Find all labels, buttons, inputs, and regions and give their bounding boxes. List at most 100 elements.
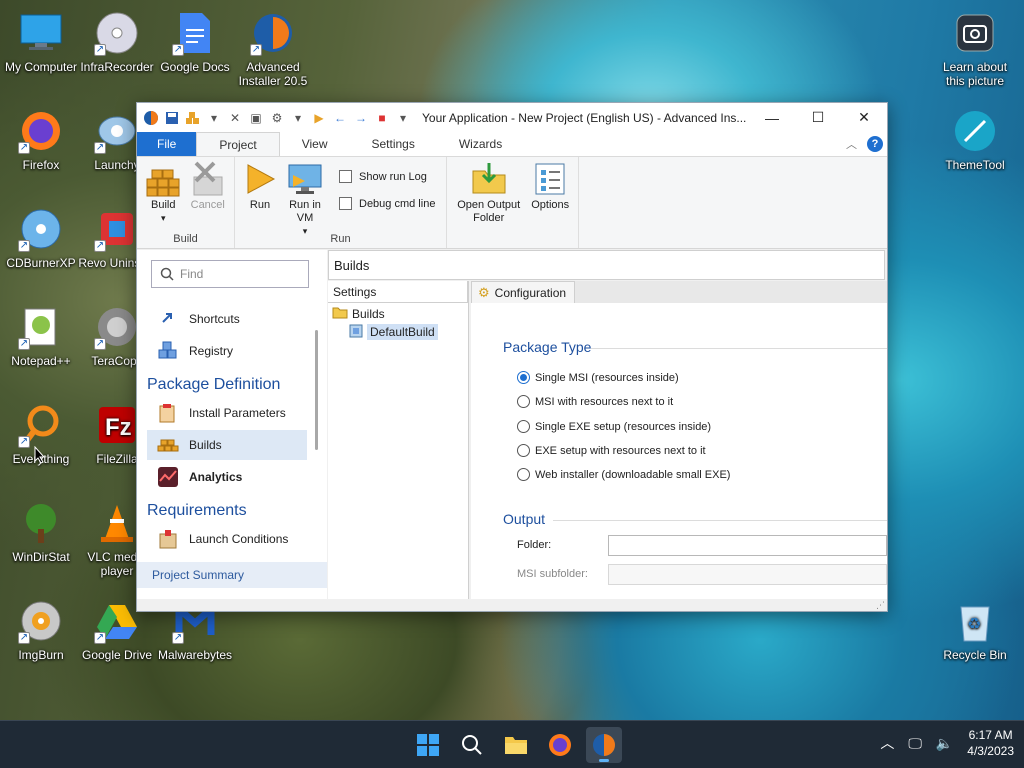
desktop-icon-infrarecorder[interactable]: ↗ InfraRecorder [76, 10, 158, 74]
desktop-icon-google-docs[interactable]: ↗ Google Docs [154, 10, 236, 74]
radio-exe-with-resources[interactable]: EXE setup with resources next to it [517, 444, 706, 457]
desktop-icon-recycle-bin[interactable]: ♻ Recycle Bin [934, 598, 1016, 662]
help-icon[interactable]: ? [867, 136, 883, 152]
options-button[interactable]: Options [528, 161, 572, 248]
radio-label: Single MSI (resources inside) [535, 371, 679, 384]
desktop-icon-my-computer[interactable]: My Computer [0, 10, 82, 74]
shortcut-arrow-icon: ↗ [18, 632, 30, 644]
shortcut-arrow-icon: ↗ [172, 44, 184, 56]
maximize-button[interactable]: ☐ [795, 103, 841, 132]
tab-file[interactable]: File [137, 132, 197, 156]
tab-view[interactable]: View [280, 132, 350, 156]
collapse-ribbon-icon[interactable]: ︿ [846, 136, 857, 152]
desktop-icon-themetool[interactable]: ThemeTool [934, 108, 1016, 172]
nav-item-label: Analytics [189, 470, 243, 484]
mouse-cursor-icon [34, 446, 46, 464]
google-drive-icon: ↗ [94, 598, 140, 644]
tab-project[interactable]: Project [196, 132, 280, 156]
folder-input[interactable] [608, 535, 887, 556]
left-navigation-panel: Find Shortcuts Registry Package Definiti… [137, 250, 327, 599]
firefox-taskbar-button[interactable] [542, 727, 578, 763]
shortcut-arrow-icon: ↗ [94, 142, 106, 154]
ribbon-group-build: Build ▾ Cancel Build [137, 157, 235, 248]
install-parameters-icon [157, 402, 181, 424]
ribbon-group-run: Run Run in VM ▾ Show run Log Debug cmd l… [235, 157, 447, 248]
nav-item-builds[interactable]: Builds [147, 430, 307, 460]
find-input[interactable]: Find [151, 260, 309, 288]
tree-item-builds[interactable]: Builds [328, 305, 468, 323]
notification-icon[interactable]: ■ [374, 110, 390, 126]
desktop-icon-cdburnerxp[interactable]: ↗ CDBurnerXP [0, 206, 82, 270]
window-title: Your Application - New Project (English … [422, 110, 747, 125]
cancel-button-label: Cancel [190, 199, 225, 211]
radio-single-msi[interactable]: Single MSI (resources inside) [517, 371, 679, 384]
left-panel-scrollbar[interactable] [315, 330, 318, 450]
cd-burner-icon: ↗ [18, 206, 64, 252]
settings-icon[interactable]: ⚙ [269, 110, 285, 126]
debug-cmd-line-checkbox[interactable]: Debug cmd line [339, 197, 435, 210]
desktop-icon-advanced-installer[interactable]: ↗ Advanced Installer 20.5 [232, 10, 314, 88]
run-icon[interactable]: ▶ [311, 110, 327, 126]
virtual-machine-icon [287, 161, 323, 197]
advanced-installer-window: ▾ ✕ ▣ ⚙ ▾ ▶ ← → ■ ▾ Your Application - N… [136, 102, 888, 612]
network-icon[interactable]: 🖵 [908, 735, 922, 752]
nav-item-launch-conditions[interactable]: Launch Conditions [147, 524, 307, 554]
advanced-installer-taskbar-button[interactable] [586, 727, 622, 763]
chevron-up-icon[interactable]: ︿ [880, 733, 894, 753]
volume-icon[interactable]: 🔈 [936, 735, 953, 752]
show-run-log-checkbox[interactable]: Show run Log [339, 170, 435, 183]
back-arrow-icon[interactable]: ← [332, 110, 348, 126]
customize-toolbar-icon[interactable]: ▾ [395, 110, 411, 126]
dropdown-arrow-icon[interactable]: ▾ [290, 110, 306, 126]
radio-web-installer[interactable]: Web installer (downloadable small EXE) [517, 468, 730, 481]
msi-subfolder-input[interactable] [608, 564, 887, 585]
shortcut-arrow-icon: ↗ [94, 338, 106, 350]
close-button[interactable]: ✕ [841, 103, 887, 132]
dropdown-arrow-icon[interactable]: ▾ [206, 110, 222, 126]
options-icon [532, 161, 568, 197]
open-output-folder-button[interactable]: Open Output Folder [453, 161, 524, 248]
file-explorer-button[interactable] [498, 727, 534, 763]
desktop-icon-notepadpp[interactable]: ↗ Notepad++ [0, 304, 82, 368]
find-placeholder: Find [180, 267, 204, 281]
ribbon-group-output: Open Output Folder Options [447, 157, 579, 248]
radio-label: Single EXE setup (resources inside) [535, 420, 712, 433]
tab-wizards[interactable]: Wizards [437, 132, 524, 156]
forward-arrow-icon[interactable]: → [353, 110, 369, 126]
cancel-build-icon[interactable]: ✕ [227, 110, 243, 126]
tab-settings[interactable]: Settings [350, 132, 437, 156]
nav-item-install-parameters[interactable]: Install Parameters [147, 398, 307, 428]
build-icon[interactable] [185, 110, 201, 126]
save-icon[interactable] [164, 110, 180, 126]
nav-item-registry[interactable]: Registry [147, 336, 307, 366]
nav-item-shortcuts[interactable]: Shortcuts [147, 304, 307, 334]
tab-configuration[interactable]: ⚙ Configuration [471, 281, 576, 303]
resize-grip-icon[interactable]: ⋰ [876, 600, 885, 611]
config-tab-bar: ⚙ Configuration [471, 281, 887, 303]
ribbon-group-label-build: Build [173, 233, 198, 245]
desktop-icon-label: InfraRecorder [80, 60, 154, 74]
section-heading-package-definition: Package Definition [147, 376, 281, 393]
save-all-icon[interactable]: ▣ [248, 110, 264, 126]
project-summary-link[interactable]: Project Summary [137, 562, 327, 588]
ribbon: Build ▾ Cancel Build Run Run in VM ▾ Sho… [137, 157, 887, 249]
minimize-button[interactable]: — [749, 103, 795, 132]
tree-item-defaultbuild[interactable]: DefaultBuild [328, 323, 468, 341]
desktop-icon-windirstat[interactable]: WinDirStat [0, 500, 82, 564]
shortcut-arrow-icon: ↗ [94, 632, 106, 644]
radio-msi-with-resources[interactable]: MSI with resources next to it [517, 395, 673, 408]
desktop-icon-learn-about-picture[interactable]: Learn about this picture [934, 10, 1016, 88]
camera-icon [952, 10, 998, 56]
status-bar: ⋰ [137, 599, 887, 611]
start-button[interactable] [410, 727, 446, 763]
nav-item-analytics[interactable]: Analytics [147, 462, 307, 492]
radio-single-exe[interactable]: Single EXE setup (resources inside) [517, 420, 711, 433]
desktop-icon-imgburn[interactable]: ↗ ImgBurn [0, 598, 82, 662]
desktop-icon-label: ImgBurn [18, 648, 64, 662]
desktop-icon-firefox[interactable]: ↗ Firefox [0, 108, 82, 172]
gear-icon: ⚙ [478, 284, 490, 300]
brush-icon [952, 108, 998, 154]
builds-tree: Settings Builds DefaultBuild [328, 281, 469, 599]
clock[interactable]: 6:17 AM 4/3/2023 [967, 727, 1014, 759]
search-button[interactable] [454, 727, 490, 763]
